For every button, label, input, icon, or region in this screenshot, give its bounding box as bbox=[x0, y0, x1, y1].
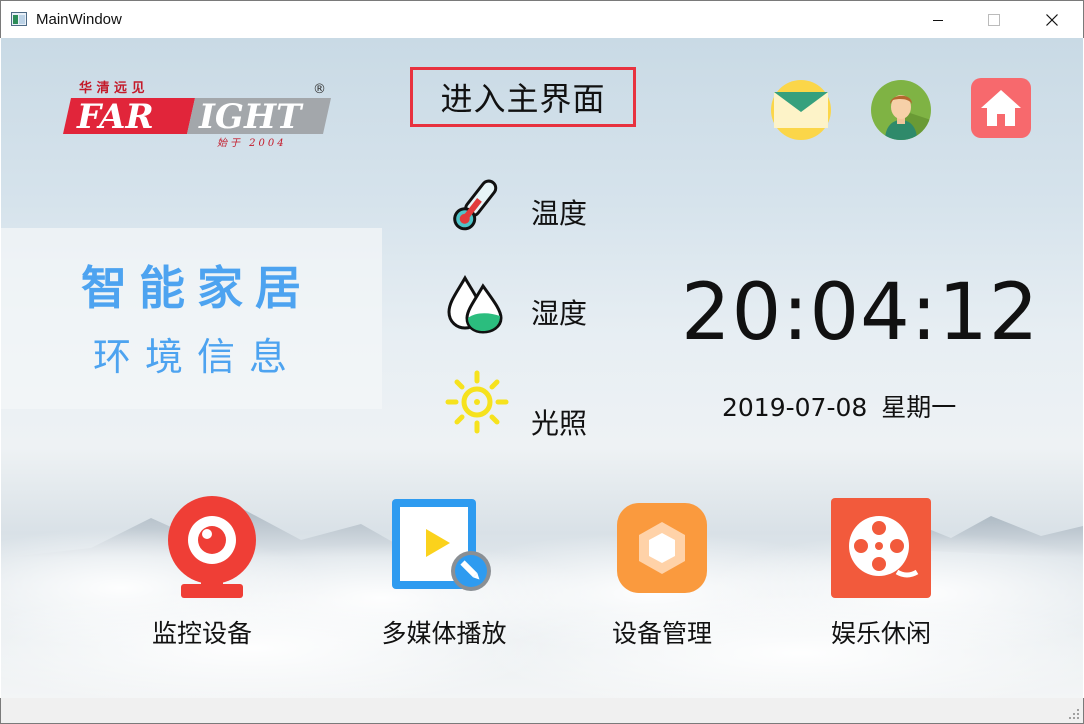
app-label-multimedia[interactable]: 多媒体播放 bbox=[375, 614, 513, 650]
app-label-monitoring[interactable]: 监控设备 bbox=[131, 614, 273, 650]
panel-title: 智能家居 bbox=[81, 261, 313, 315]
home-icon bbox=[981, 90, 1021, 126]
clock-time: 20:04:12 bbox=[681, 268, 1040, 358]
film-reel-icon[interactable] bbox=[831, 498, 931, 598]
avatar-icon bbox=[885, 95, 931, 140]
clock-weekday: 星期一 bbox=[881, 393, 957, 422]
svg-text:IGHT: IGHT bbox=[198, 97, 304, 137]
temperature-label: 温度 bbox=[531, 197, 588, 230]
minimize-icon bbox=[933, 20, 943, 21]
status-bar bbox=[0, 698, 1084, 724]
panel-subtitle: 环境信息 bbox=[92, 335, 301, 379]
mail-icon bbox=[774, 92, 828, 128]
thermometer-icon bbox=[453, 179, 498, 231]
light-label: 光照 bbox=[531, 407, 588, 440]
user-avatar-button[interactable] bbox=[871, 80, 931, 140]
maximize-button[interactable] bbox=[967, 1, 1021, 39]
maximize-icon bbox=[988, 14, 1000, 26]
webcam-icon[interactable] bbox=[167, 496, 257, 600]
svg-text:华 清 远 见: 华 清 远 见 bbox=[79, 80, 145, 96]
app-label-entertainment[interactable]: 娱乐休闲 bbox=[815, 614, 947, 650]
humidity-label: 湿度 bbox=[531, 297, 588, 330]
media-play-icon[interactable] bbox=[390, 497, 494, 595]
clock-date-line: 2019-07-08 星期一 bbox=[722, 388, 956, 424]
environment-info-panel: 智能家居 环境信息 bbox=[1, 228, 382, 409]
window-title: MainWindow bbox=[36, 11, 122, 28]
close-button[interactable] bbox=[1025, 1, 1079, 39]
farsight-logo: 华 清 远 见 ® FAR IGHT 始于 2004 bbox=[63, 80, 331, 149]
title-bar: MainWindow bbox=[0, 0, 1084, 38]
sun-icon bbox=[445, 370, 509, 434]
app-label-device-management[interactable]: 设备管理 bbox=[596, 614, 728, 650]
svg-text:始于 2004: 始于 2004 bbox=[217, 137, 287, 149]
settings-nut-icon[interactable] bbox=[617, 503, 707, 593]
svg-text:FAR: FAR bbox=[76, 97, 154, 137]
clock-date: 2019-07-08 bbox=[722, 393, 868, 422]
main-scene: 华 清 远 见 ® FAR IGHT 始于 2004 进入主界面 智能家居 环境… bbox=[1, 38, 1083, 698]
humidity-drop-icon bbox=[447, 274, 503, 334]
close-icon bbox=[1046, 14, 1058, 26]
home-button[interactable] bbox=[971, 78, 1031, 138]
minimize-button[interactable] bbox=[911, 1, 965, 39]
app-window-icon bbox=[11, 12, 27, 26]
enter-main-button[interactable]: 进入主界面 bbox=[410, 67, 636, 127]
mail-button[interactable] bbox=[771, 80, 831, 140]
svg-text:®: ® bbox=[313, 82, 326, 97]
size-grip-icon[interactable] bbox=[1068, 708, 1080, 720]
